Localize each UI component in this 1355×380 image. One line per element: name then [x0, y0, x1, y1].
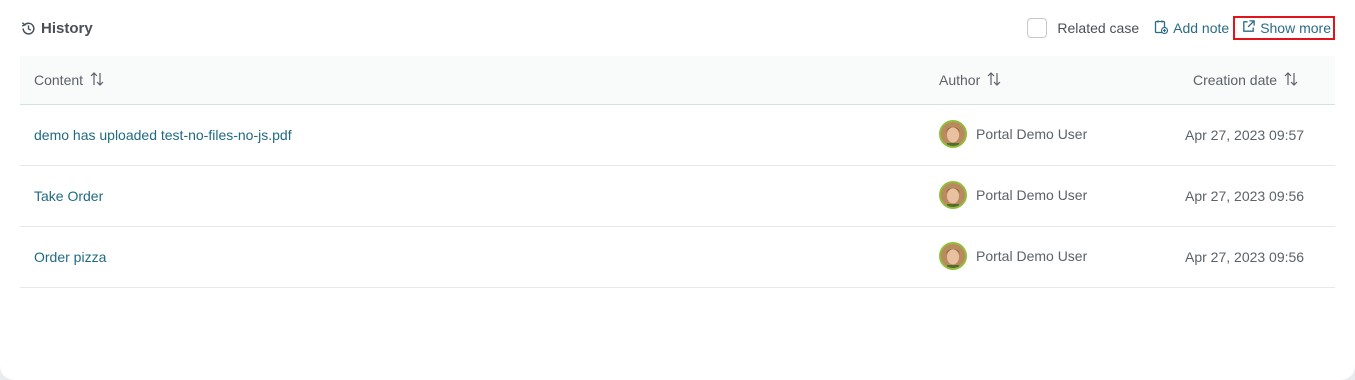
table-row[interactable]: Order pizza Portal Demo User Apr 27, 202… — [20, 227, 1335, 288]
author-name: Portal Demo User — [976, 248, 1088, 264]
page-title: History — [41, 20, 93, 37]
avatar — [939, 181, 967, 209]
column-header-author[interactable]: Author — [939, 56, 1002, 104]
show-more-label: Show more — [1260, 19, 1331, 36]
add-note-button[interactable]: Add note — [1153, 19, 1229, 38]
avatar — [939, 120, 967, 148]
column-header-author-label: Author — [939, 72, 981, 88]
table-row[interactable]: Take Order Portal Demo User Apr 27, 2023… — [20, 166, 1335, 227]
creation-date: Apr 27, 2023 09:57 — [1185, 127, 1305, 143]
column-header-content-label: Content — [34, 72, 84, 88]
history-icon — [20, 20, 37, 37]
history-header: History Related case Add note Show more — [20, 16, 1335, 44]
related-case-toggle[interactable]: Related case — [1027, 18, 1139, 38]
header-actions: Related case Add note Show more — [1027, 16, 1335, 40]
show-more-button[interactable]: Show more — [1233, 16, 1335, 40]
history-card: History Related case Add note Show more … — [0, 0, 1355, 380]
column-header-creation-date[interactable]: Creation date — [1193, 56, 1299, 104]
author-cell: Portal Demo User — [939, 105, 1087, 165]
history-table: Content Author Creation date demo has up… — [20, 56, 1335, 288]
history-content-link[interactable]: Take Order — [34, 166, 103, 226]
avatar — [939, 242, 967, 270]
related-case-label: Related case — [1057, 20, 1140, 36]
related-case-checkbox[interactable] — [1027, 18, 1048, 38]
sort-icon[interactable] — [1283, 71, 1299, 90]
sort-icon[interactable] — [986, 71, 1002, 90]
creation-date: Apr 27, 2023 09:56 — [1185, 188, 1305, 204]
history-content-link[interactable]: demo has uploaded test-no-files-no-js.pd… — [34, 105, 292, 165]
table-row[interactable]: demo has uploaded test-no-files-no-js.pd… — [20, 105, 1335, 166]
external-link-icon — [1241, 19, 1256, 37]
column-header-content[interactable]: Content — [34, 56, 105, 104]
add-note-icon — [1153, 19, 1169, 38]
author-name: Portal Demo User — [976, 187, 1088, 203]
table-header: Content Author Creation date — [20, 56, 1335, 105]
add-note-label: Add note — [1173, 20, 1230, 36]
author-cell: Portal Demo User — [939, 227, 1087, 287]
history-title-group: History — [20, 20, 93, 37]
creation-date: Apr 27, 2023 09:56 — [1185, 249, 1305, 265]
sort-icon[interactable] — [89, 71, 105, 90]
history-content-link[interactable]: Order pizza — [34, 227, 106, 287]
author-cell: Portal Demo User — [939, 166, 1087, 226]
column-header-creation-date-label: Creation date — [1193, 72, 1278, 88]
author-name: Portal Demo User — [976, 126, 1088, 142]
